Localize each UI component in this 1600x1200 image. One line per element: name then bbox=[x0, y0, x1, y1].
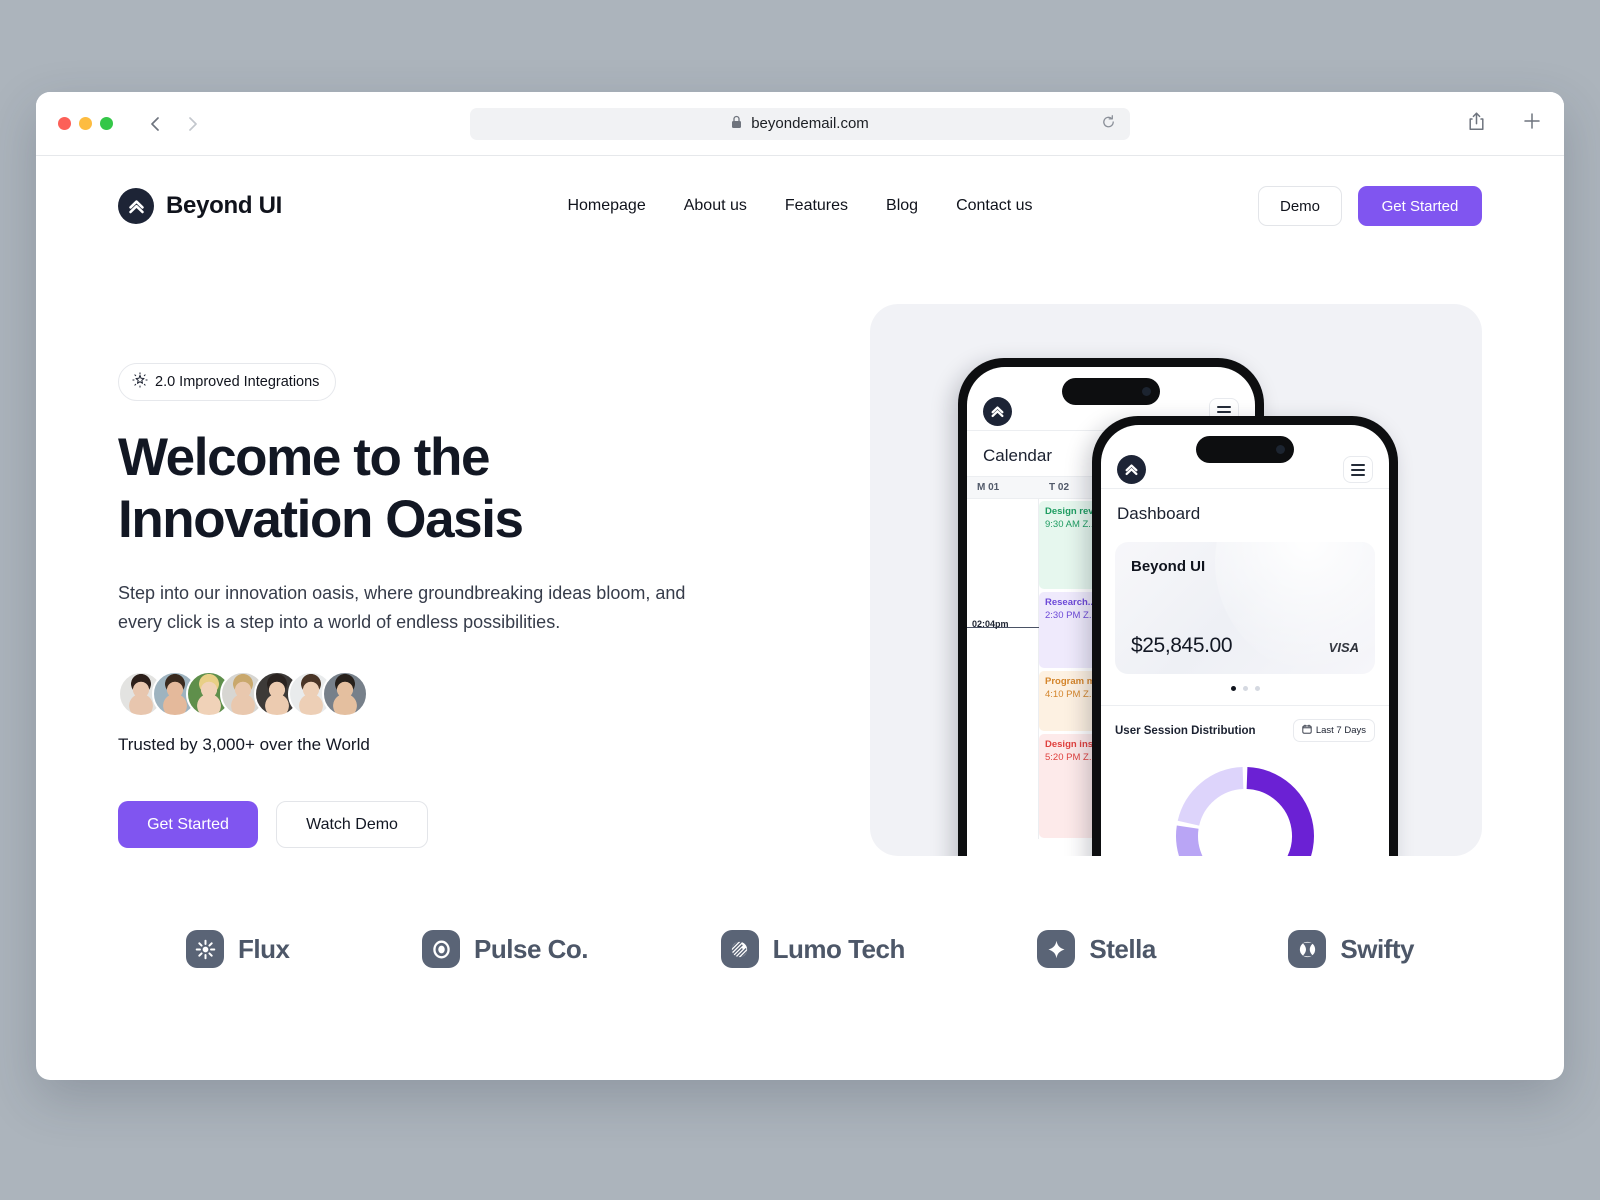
card-carousel-dots[interactable] bbox=[1101, 686, 1389, 691]
double-chevron-up-icon bbox=[1117, 455, 1146, 484]
donut-segment bbox=[1177, 767, 1244, 827]
maximize-window-button[interactable] bbox=[100, 117, 113, 130]
partner-logo-flux: Flux bbox=[186, 930, 290, 968]
site-header: Beyond UI Homepage About us Features Blo… bbox=[36, 156, 1564, 256]
version-badge[interactable]: 2.0 Improved Integrations bbox=[118, 363, 337, 401]
browser-nav-buttons bbox=[145, 113, 203, 135]
striped-circle-icon bbox=[720, 930, 759, 968]
trusted-by-label: Trusted by 3,000+ over the World bbox=[118, 735, 370, 754]
date-range-label: Last 7 Days bbox=[1315, 725, 1366, 736]
version-badge-label: 2.0 Improved Integrations bbox=[155, 374, 320, 390]
four-point-star-icon bbox=[1037, 930, 1076, 968]
lock-icon bbox=[731, 115, 742, 133]
partner-logo-lumo-tech: Lumo Tech bbox=[720, 930, 906, 968]
partner-logo-stella: Stella bbox=[1037, 930, 1156, 968]
user-session-donut-chart bbox=[1101, 756, 1389, 856]
dashboard-title: Dashboard bbox=[1117, 504, 1201, 523]
page-title: Welcome to the Innovation Oasis bbox=[118, 427, 758, 551]
back-button[interactable] bbox=[145, 113, 165, 135]
avatar-group bbox=[118, 671, 758, 717]
partner-logo-swifty: Swifty bbox=[1288, 930, 1414, 968]
hero-cta-row: Get Started Watch Demo bbox=[118, 801, 758, 848]
hero-visual-panel: Calendar M 01 T 02 02:04pm Design revi..… bbox=[870, 304, 1482, 856]
avatar-7 bbox=[322, 671, 368, 717]
phone-mockup-dashboard: Dashboard Beyond UI $25,845.00 VISA User… bbox=[1092, 416, 1398, 856]
hamburger-icon[interactable] bbox=[1343, 456, 1373, 483]
partner-logo-label: Stella bbox=[1089, 933, 1156, 964]
minimize-window-button[interactable] bbox=[79, 117, 92, 130]
hero-content: 2.0 Improved Integrations Welcome to the… bbox=[118, 311, 758, 848]
forward-button[interactable] bbox=[183, 113, 203, 135]
visa-logo: VISA bbox=[1328, 640, 1359, 655]
plus-icon[interactable] bbox=[1522, 111, 1542, 136]
phone-notch bbox=[1062, 378, 1160, 405]
session-distribution-title: User Session Distribution bbox=[1115, 724, 1256, 737]
donut-segment bbox=[1176, 825, 1203, 856]
reload-icon[interactable] bbox=[1101, 114, 1116, 133]
demo-button[interactable]: Demo bbox=[1258, 186, 1342, 226]
carousel-dot[interactable] bbox=[1230, 686, 1236, 691]
nav-item-blog[interactable]: Blog bbox=[886, 197, 918, 215]
brand-logo[interactable]: Beyond UI bbox=[118, 188, 282, 224]
ring-icon bbox=[422, 930, 461, 968]
nav-item-homepage[interactable]: Homepage bbox=[567, 197, 645, 215]
calendar-time-gutter: 02:04pm bbox=[967, 499, 1039, 839]
partner-logo-label: Pulse Co. bbox=[474, 933, 589, 964]
sparkle-icon bbox=[132, 372, 148, 392]
hero-subtitle: Step into our innovation oasis, where gr… bbox=[118, 583, 686, 632]
balance-card[interactable]: Beyond UI $25,845.00 VISA bbox=[1115, 542, 1375, 674]
carousel-dot[interactable] bbox=[1254, 686, 1260, 691]
brand-name: Beyond UI bbox=[166, 192, 282, 219]
calendar-icon bbox=[1302, 724, 1312, 737]
partner-logo-label: Lumo Tech bbox=[772, 933, 906, 964]
hero-title-line-2: Innovation Oasis bbox=[118, 490, 524, 549]
nav-item-contact-us[interactable]: Contact us bbox=[956, 197, 1032, 215]
partner-logo-strip: Flux Pulse Co. Lumo Tech Stella Swifty bbox=[36, 930, 1564, 968]
date-range-chip[interactable]: Last 7 Days bbox=[1292, 719, 1375, 742]
browser-toolbar: beyondemail.com bbox=[36, 92, 1564, 156]
url-text: beyondemail.com bbox=[751, 115, 869, 132]
double-chevron-up-icon bbox=[983, 397, 1012, 426]
calendar-col-monday: M 01 bbox=[977, 482, 1000, 493]
carousel-dot[interactable] bbox=[1242, 686, 1248, 691]
header-actions: Demo Get Started bbox=[1258, 186, 1482, 226]
phone-notch bbox=[1196, 436, 1294, 463]
nav-item-about-us[interactable]: About us bbox=[684, 197, 747, 215]
watch-demo-button[interactable]: Watch Demo bbox=[276, 801, 428, 848]
dashboard-screen: Dashboard Beyond UI $25,845.00 VISA User… bbox=[1101, 425, 1389, 856]
close-window-button[interactable] bbox=[58, 117, 71, 130]
partner-logo-pulse-co: Pulse Co. bbox=[422, 930, 589, 968]
card-holder-name: Beyond UI bbox=[1131, 558, 1206, 575]
donut-segment bbox=[1246, 767, 1314, 856]
hero-title-line-1: Welcome to the bbox=[118, 428, 491, 487]
session-distribution-header: User Session Distribution Last 7 Days bbox=[1101, 705, 1389, 742]
partner-logo-label: Flux bbox=[238, 933, 290, 964]
starburst-icon bbox=[186, 930, 224, 968]
share-icon[interactable] bbox=[1467, 111, 1486, 137]
card-balance-amount: $25,845.00 bbox=[1131, 634, 1233, 657]
partner-logo-label: Swifty bbox=[1340, 933, 1414, 964]
get-started-button-hero[interactable]: Get Started bbox=[118, 801, 258, 848]
main-navigation: Homepage About us Features Blog Contact … bbox=[567, 197, 1032, 215]
current-time-label: 02:04pm bbox=[972, 619, 1009, 629]
address-bar[interactable]: beyondemail.com bbox=[470, 107, 1130, 140]
window-traffic-lights bbox=[58, 117, 113, 130]
toolbar-right-actions bbox=[1467, 111, 1542, 137]
bowtie-circle-icon bbox=[1288, 930, 1327, 968]
get-started-button-header[interactable]: Get Started bbox=[1358, 186, 1482, 226]
double-chevron-up-icon bbox=[118, 188, 154, 224]
nav-item-features[interactable]: Features bbox=[785, 197, 848, 215]
browser-window: beyondemail.com Beyond UI Homepage About… bbox=[36, 92, 1564, 1080]
